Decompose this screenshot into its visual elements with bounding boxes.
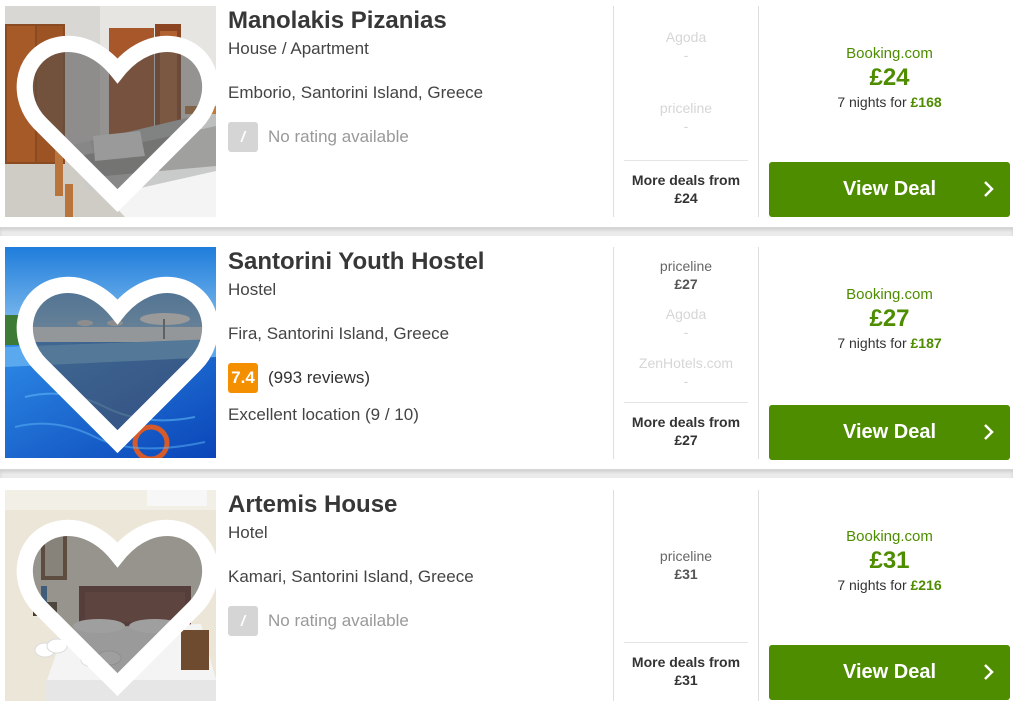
rating-row: / No rating available — [228, 606, 608, 636]
rating-badge: / — [228, 606, 258, 636]
hotel-photo[interactable] — [5, 247, 216, 458]
best-deal-price: £27 — [869, 305, 910, 332]
deal-provider: Agoda — [665, 306, 707, 322]
best-deal: Booking.com £24 7 nights for £168 — [769, 45, 1010, 111]
listing-info: Artemis House Hotel Kamari, Santorini Is… — [228, 491, 608, 636]
listing-separator — [0, 227, 1013, 236]
rating-badge: / — [228, 122, 258, 152]
hotel-location: Emborio, Santorini Island, Greece — [228, 83, 484, 102]
rating-text: No rating available — [268, 127, 409, 146]
deal-provider: Agoda — [665, 29, 707, 45]
view-deal-label: View Deal — [842, 421, 937, 443]
heart-icon[interactable] — [12, 498, 216, 701]
listing-card: Manolakis Pizanias House / Apartment Emb… — [0, 0, 1013, 227]
deal-item[interactable]: Agoda - — [624, 28, 748, 64]
deal-provider: priceline — [659, 100, 713, 116]
listing-separator — [0, 469, 1013, 478]
listing-info: Manolakis Pizanias House / Apartment Emb… — [228, 7, 608, 152]
deal-price: - — [683, 373, 689, 389]
nights-total-price: £216 — [910, 577, 942, 593]
best-deal-provider: Booking.com — [846, 286, 933, 303]
deal-item[interactable]: Agoda - — [624, 305, 748, 341]
view-deal-label: View Deal — [842, 178, 937, 200]
accommodation-type: House / Apartment — [228, 39, 369, 58]
divider — [613, 247, 614, 459]
nights-total: 7 nights for £216 — [769, 576, 1010, 594]
deal-price: - — [683, 324, 689, 340]
rating-row: / No rating available — [228, 122, 608, 152]
divider — [758, 6, 759, 217]
deal-item[interactable]: priceline - — [624, 99, 748, 135]
deal-provider: ZenHotels.com — [638, 355, 734, 371]
best-deal-provider: Booking.com — [846, 45, 933, 62]
deal-item[interactable]: priceline £27 — [624, 257, 748, 293]
nights-prefix: 7 nights for — [837, 94, 907, 110]
listing-info: Santorini Youth Hostel Hostel Fira, Sant… — [228, 248, 608, 425]
deal-provider: priceline — [659, 548, 713, 564]
heart-icon[interactable] — [12, 255, 216, 458]
rating-badge: 7.4 — [228, 363, 258, 393]
heart-icon[interactable] — [12, 14, 216, 217]
best-deal-provider: Booking.com — [846, 528, 933, 545]
view-deal-button[interactable]: View Deal — [769, 645, 1010, 700]
deal-item[interactable]: priceline £31 — [624, 547, 748, 583]
deal-provider: priceline — [659, 258, 713, 274]
divider — [758, 490, 759, 701]
deal-price: - — [683, 118, 689, 134]
nights-prefix: 7 nights for — [837, 577, 907, 593]
deal-price: - — [683, 47, 689, 63]
divider — [613, 490, 614, 701]
best-deal-price: £31 — [869, 547, 910, 574]
review-count[interactable]: (993 reviews) — [268, 368, 370, 388]
view-deal-label: View Deal — [842, 661, 937, 683]
listing-card: Santorini Youth Hostel Hostel Fira, Sant… — [0, 236, 1013, 469]
more-deals-link[interactable]: More deals from £31 — [624, 642, 748, 689]
deal-price: £31 — [674, 566, 698, 582]
view-deal-button[interactable]: View Deal — [769, 162, 1010, 217]
hotel-name[interactable]: Santorini Youth Hostel — [228, 248, 608, 276]
best-deal: Booking.com £27 7 nights for £187 — [769, 286, 1010, 352]
more-deals-price: £24 — [674, 190, 698, 206]
hotel-location: Kamari, Santorini Island, Greece — [228, 567, 474, 586]
hotel-name[interactable]: Manolakis Pizanias — [228, 7, 608, 35]
more-deals-price: £27 — [674, 432, 698, 448]
hotel-photo[interactable] — [5, 490, 216, 701]
deal-item[interactable]: ZenHotels.com - — [624, 354, 748, 390]
chevron-right-icon — [984, 664, 994, 680]
best-deal: Booking.com £31 7 nights for £216 — [769, 528, 1010, 594]
nights-prefix: 7 nights for — [837, 335, 907, 351]
chevron-right-icon — [984, 181, 994, 197]
more-deals-label: More deals from — [631, 414, 741, 430]
more-deals-label: More deals from — [631, 654, 741, 670]
accommodation-type: Hotel — [228, 523, 268, 542]
more-deals-price: £31 — [674, 672, 698, 688]
accommodation-type: Hostel — [228, 280, 277, 299]
location-score: Excellent location (9 / 10) — [228, 405, 419, 424]
deal-price: £27 — [674, 276, 698, 292]
more-deals-link[interactable]: More deals from £24 — [624, 160, 748, 207]
hotel-location: Fira, Santorini Island, Greece — [228, 324, 450, 343]
rating-text: No rating available — [268, 611, 409, 630]
chevron-right-icon — [984, 424, 994, 440]
more-deals-link[interactable]: More deals from £27 — [624, 402, 748, 449]
listing-card: Artemis House Hotel Kamari, Santorini Is… — [0, 478, 1013, 705]
nights-total: 7 nights for £168 — [769, 93, 1010, 111]
nights-total-price: £187 — [910, 335, 942, 351]
more-deals-label: More deals from — [631, 172, 741, 188]
hotel-photo[interactable] — [5, 6, 216, 217]
divider — [613, 6, 614, 217]
view-deal-button[interactable]: View Deal — [769, 405, 1010, 460]
best-deal-price: £24 — [869, 64, 910, 91]
rating-row: 7.4 (993 reviews) — [228, 363, 608, 393]
nights-total: 7 nights for £187 — [769, 334, 1010, 352]
divider — [758, 247, 759, 459]
hotel-name[interactable]: Artemis House — [228, 491, 608, 519]
nights-total-price: £168 — [910, 94, 942, 110]
